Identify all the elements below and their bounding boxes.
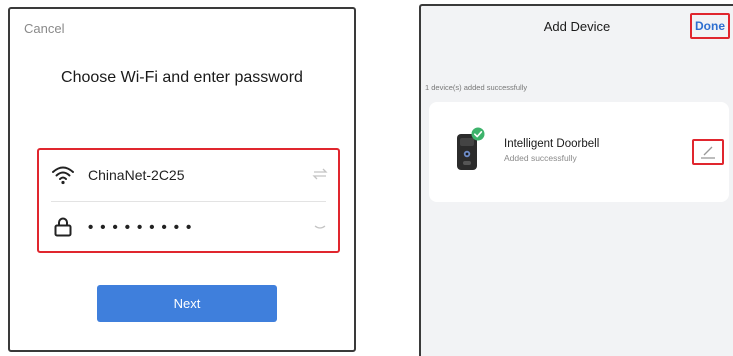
toggle-visibility-icon[interactable]: [312, 218, 328, 234]
wifi-icon: [52, 166, 74, 185]
status-text: 1 device(s) added successfully: [425, 83, 528, 92]
wifi-credentials-form: ChinaNet-2C25 •••••••••: [37, 148, 340, 253]
network-field[interactable]: ChinaNet-2C25: [39, 150, 338, 200]
password-field[interactable]: •••••••••: [39, 202, 338, 252]
lock-icon: [54, 217, 72, 237]
device-status: Added successfully: [504, 153, 577, 163]
check-icon: [471, 127, 485, 141]
network-name: ChinaNet-2C25: [88, 167, 185, 183]
switch-network-icon[interactable]: [312, 166, 328, 182]
password-input[interactable]: •••••••••: [88, 219, 198, 236]
done-button[interactable]: Done: [690, 13, 730, 39]
edit-button[interactable]: [692, 139, 724, 165]
page-title: Choose Wi-Fi and enter password: [61, 69, 303, 86]
device-card[interactable]: Intelligent Doorbell Added successfully: [429, 102, 729, 202]
doorbell-icon: [457, 127, 485, 170]
next-button[interactable]: Next: [97, 285, 277, 322]
wifi-setup-screen: Cancel Choose Wi-Fi and enter password C…: [8, 7, 356, 352]
page-title: Add Device: [543, 19, 611, 34]
device-name: Intelligent Doorbell: [504, 138, 600, 150]
edit-icon: [701, 146, 715, 159]
cancel-button[interactable]: Cancel: [24, 21, 64, 36]
add-device-screen: Add Device Done 1 device(s) added succes…: [419, 4, 733, 356]
